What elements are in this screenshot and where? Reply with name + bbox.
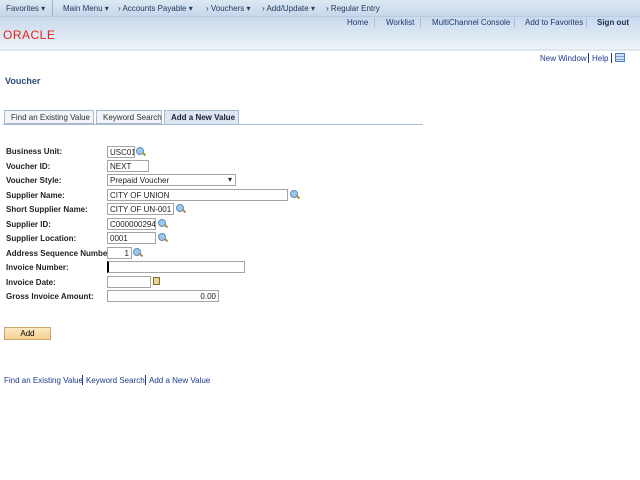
- tab-keyword-search[interactable]: Keyword Search: [96, 110, 162, 124]
- divider: [82, 375, 83, 385]
- short-supplier-name-input[interactable]: CITY OF UN-001: [107, 203, 174, 215]
- chevron-down-icon: ▾: [227, 175, 232, 184]
- divider: [514, 18, 515, 27]
- invoice-date-label: Invoice Date:: [6, 278, 56, 287]
- invoice-date-input[interactable]: [107, 276, 151, 288]
- short-supplier-name-label: Short Supplier Name:: [6, 205, 88, 214]
- header: Home Worklist MultiChannel Console Add t…: [0, 17, 640, 51]
- calendar-icon[interactable]: [153, 277, 160, 285]
- tab-find-existing-value[interactable]: Find an Existing Value: [4, 110, 94, 124]
- add-button[interactable]: Add: [4, 327, 51, 340]
- new-window-link[interactable]: New Window: [540, 54, 587, 63]
- oracle-logo: ORACLE: [3, 28, 56, 42]
- breadcrumb-accounts-payable[interactable]: › Accounts Payable ▾: [118, 4, 193, 13]
- worklist-link[interactable]: Worklist: [386, 18, 414, 27]
- main-menu[interactable]: Main Menu ▾: [63, 4, 109, 13]
- gross-invoice-amount-input[interactable]: 0.00: [107, 290, 219, 302]
- voucher-style-value: Prepaid Voucher: [110, 176, 170, 185]
- crumb-label: Regular Entry: [330, 4, 380, 13]
- supplier-location-label: Supplier Location:: [6, 234, 77, 243]
- breadcrumb-add-update[interactable]: › Add/Update ▾: [262, 4, 315, 13]
- invoice-number-label: Invoice Number:: [6, 263, 69, 272]
- divider: [586, 18, 587, 27]
- breadcrumb-vouchers[interactable]: › Vouchers ▾: [206, 4, 251, 13]
- voucher-id-input[interactable]: NEXT: [107, 160, 149, 172]
- lookup-icon[interactable]: [176, 204, 185, 213]
- voucher-id-label: Voucher ID:: [6, 162, 51, 171]
- invoice-number-input[interactable]: [107, 261, 245, 273]
- favorites-menu[interactable]: Favorites ▾: [6, 4, 45, 13]
- keyword-search-link[interactable]: Keyword Search: [86, 376, 145, 385]
- divider: [52, 0, 53, 17]
- home-link[interactable]: Home: [347, 18, 368, 27]
- crumb-label: Vouchers: [210, 4, 245, 13]
- supplier-name-label: Supplier Name:: [6, 191, 65, 200]
- crumb-label: Accounts Payable: [122, 4, 187, 13]
- lookup-icon[interactable]: [136, 147, 145, 156]
- address-sequence-label: Address Sequence Number:: [6, 249, 114, 258]
- customize-page-icon[interactable]: [615, 53, 625, 62]
- divider: [145, 375, 146, 385]
- tab-add-new-value[interactable]: Add a New Value: [164, 110, 239, 125]
- supplier-location-input[interactable]: 0001: [107, 232, 156, 244]
- multichannel-console-link[interactable]: MultiChannel Console: [432, 18, 510, 27]
- voucher-style-select[interactable]: Prepaid Voucher ▾: [107, 174, 236, 186]
- help-link[interactable]: Help: [592, 54, 608, 63]
- favorites-label: Favorites: [6, 4, 39, 13]
- lookup-icon[interactable]: [133, 248, 142, 257]
- sign-out-link[interactable]: Sign out: [597, 18, 629, 27]
- add-new-value-link[interactable]: Add a New Value: [149, 376, 210, 385]
- address-sequence-input[interactable]: 1: [107, 247, 132, 259]
- breadcrumb-regular-entry[interactable]: › Regular Entry: [326, 4, 380, 13]
- add-to-favorites-link[interactable]: Add to Favorites: [525, 18, 583, 27]
- tab-underline: [3, 124, 423, 125]
- nav-bar: Favorites ▾ Main Menu ▾ › Accounts Payab…: [0, 0, 640, 17]
- main-menu-label: Main Menu: [63, 4, 103, 13]
- divider: [611, 53, 612, 63]
- divider: [420, 18, 421, 27]
- divider: [588, 53, 589, 63]
- divider: [374, 18, 375, 27]
- business-unit-label: Business Unit:: [6, 147, 63, 156]
- supplier-id-label: Supplier ID:: [6, 220, 51, 229]
- supplier-name-input[interactable]: CITY OF UNION: [107, 189, 288, 201]
- find-existing-value-link[interactable]: Find an Existing Value: [4, 376, 83, 385]
- voucher-style-label: Voucher Style:: [6, 176, 62, 185]
- supplier-id-input[interactable]: C000000294: [107, 218, 156, 230]
- crumb-label: Add/Update: [266, 4, 309, 13]
- page-title: Voucher: [5, 76, 41, 86]
- gross-invoice-amount-label: Gross Invoice Amount:: [6, 292, 94, 301]
- lookup-icon[interactable]: [158, 219, 167, 228]
- lookup-icon[interactable]: [290, 190, 299, 199]
- lookup-icon[interactable]: [158, 233, 167, 242]
- business-unit-input[interactable]: USC01: [107, 146, 135, 158]
